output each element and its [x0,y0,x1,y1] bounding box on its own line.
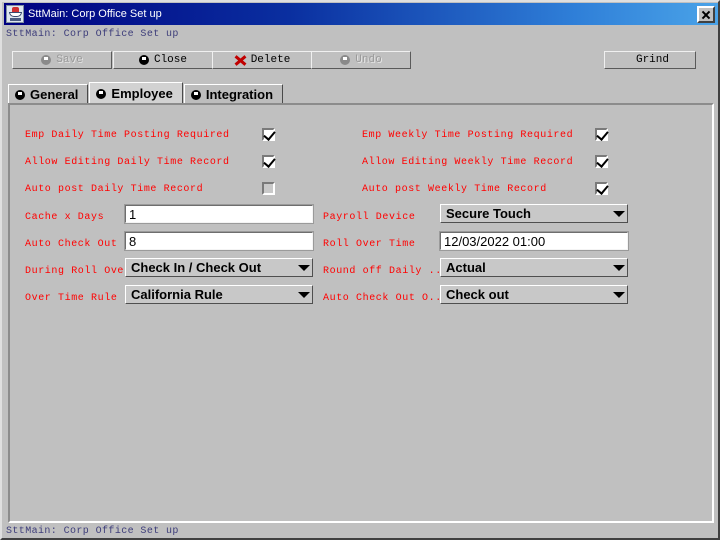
checkbox-allow-editing-weekly-time[interactable] [595,155,609,168]
app-icon [6,5,24,23]
checkbox-emp-weekly-time-posting[interactable] [595,128,609,141]
tab-employee-label: Employee [111,86,173,101]
tab-integration-label: Integration [205,87,274,102]
chevron-down-icon[interactable] [610,205,627,222]
label-roll-over-time: Roll Over Time [323,239,416,250]
gear-icon [96,88,107,99]
input-auto-check-out-x[interactable]: 8 [124,231,314,251]
grind-button[interactable]: Grind [604,51,696,69]
status-bar: SttMain: Corp Office Set up [6,526,179,537]
chevron-down-icon[interactable] [610,259,627,276]
employee-settings-panel: Emp Daily Time Posting Required Allow Ed… [8,103,714,523]
label-round-off-daily: Round off Daily ... [323,266,449,277]
undo-disc-icon [340,55,351,65]
tab-employee[interactable]: Employee [89,82,183,104]
label-allow-editing-weekly-time: Allow Editing Weekly Time Record [362,157,574,168]
save-disc-icon [41,55,52,65]
label-auto-post-weekly-time: Auto post Weekly Time Record [362,184,547,195]
delete-button[interactable]: Delete [212,51,312,69]
label-cache-x-days: Cache x Days [25,212,105,223]
label-emp-weekly-time-posting: Emp Weekly Time Posting Required [362,130,574,141]
input-roll-over-time[interactable]: 12/03/2022 01:00 [439,231,629,251]
toolbar: Save Close Delete Undo Grind [6,46,718,76]
tab-strip: General Employee Integration [8,82,284,104]
checkbox-emp-daily-time-posting[interactable] [262,128,276,141]
label-over-time-rule: Over Time Rule [25,293,118,304]
close-button-toolbar[interactable]: Close [113,51,213,69]
combo-round-off-daily[interactable]: Actual [440,258,628,277]
combo-auto-check-out-option[interactable]: Check out [440,285,628,304]
gear-icon [190,89,201,100]
tab-general-label: General [30,87,79,102]
combo-payroll-device[interactable]: Secure Touch [440,204,628,223]
chevron-down-icon[interactable] [295,286,312,303]
chevron-down-icon[interactable] [610,286,627,303]
combo-over-time-rule-value: California Rule [131,287,223,302]
combo-payroll-device-value: Secure Touch [446,206,532,221]
checkbox-auto-post-weekly-time[interactable] [595,182,609,195]
save-button[interactable]: Save [12,51,112,69]
gear-icon [15,89,25,100]
combo-over-time-rule[interactable]: California Rule [125,285,313,304]
window-title: SttMain: Corp Office Set up [28,8,162,20]
delete-x-icon [234,54,247,66]
tab-integration[interactable]: Integration [183,84,284,104]
label-during-roll-over: During Roll Over [25,266,131,277]
checkbox-allow-editing-daily-time[interactable] [262,155,276,168]
close-disc-icon [138,55,149,65]
application-window: SttMain: Corp Office Set up SttMain: Cor… [0,0,720,540]
combo-auto-check-out-option-value: Check out [446,287,509,302]
combo-round-off-daily-value: Actual [446,260,486,275]
close-icon[interactable] [697,5,715,23]
label-emp-daily-time-posting: Emp Daily Time Posting Required [25,130,230,141]
combo-during-roll-over-value: Check In / Check Out [131,260,262,275]
chevron-down-icon[interactable] [295,259,312,276]
checkbox-auto-post-daily-time[interactable] [262,182,275,195]
tab-general[interactable]: General [8,84,89,104]
label-auto-post-daily-time: Auto post Daily Time Record [25,184,204,195]
window-titlebar: SttMain: Corp Office Set up [4,3,718,25]
label-payroll-device: Payroll Device [323,212,416,223]
label-auto-check-out-option: Auto Check Out O... [323,293,449,304]
undo-button[interactable]: Undo [311,51,411,69]
combo-during-roll-over[interactable]: Check In / Check Out [125,258,313,277]
input-cache-x-days[interactable]: 1 [124,204,314,224]
form-caption: SttMain: Corp Office Set up [6,29,179,40]
label-allow-editing-daily-time: Allow Editing Daily Time Record [25,157,230,168]
